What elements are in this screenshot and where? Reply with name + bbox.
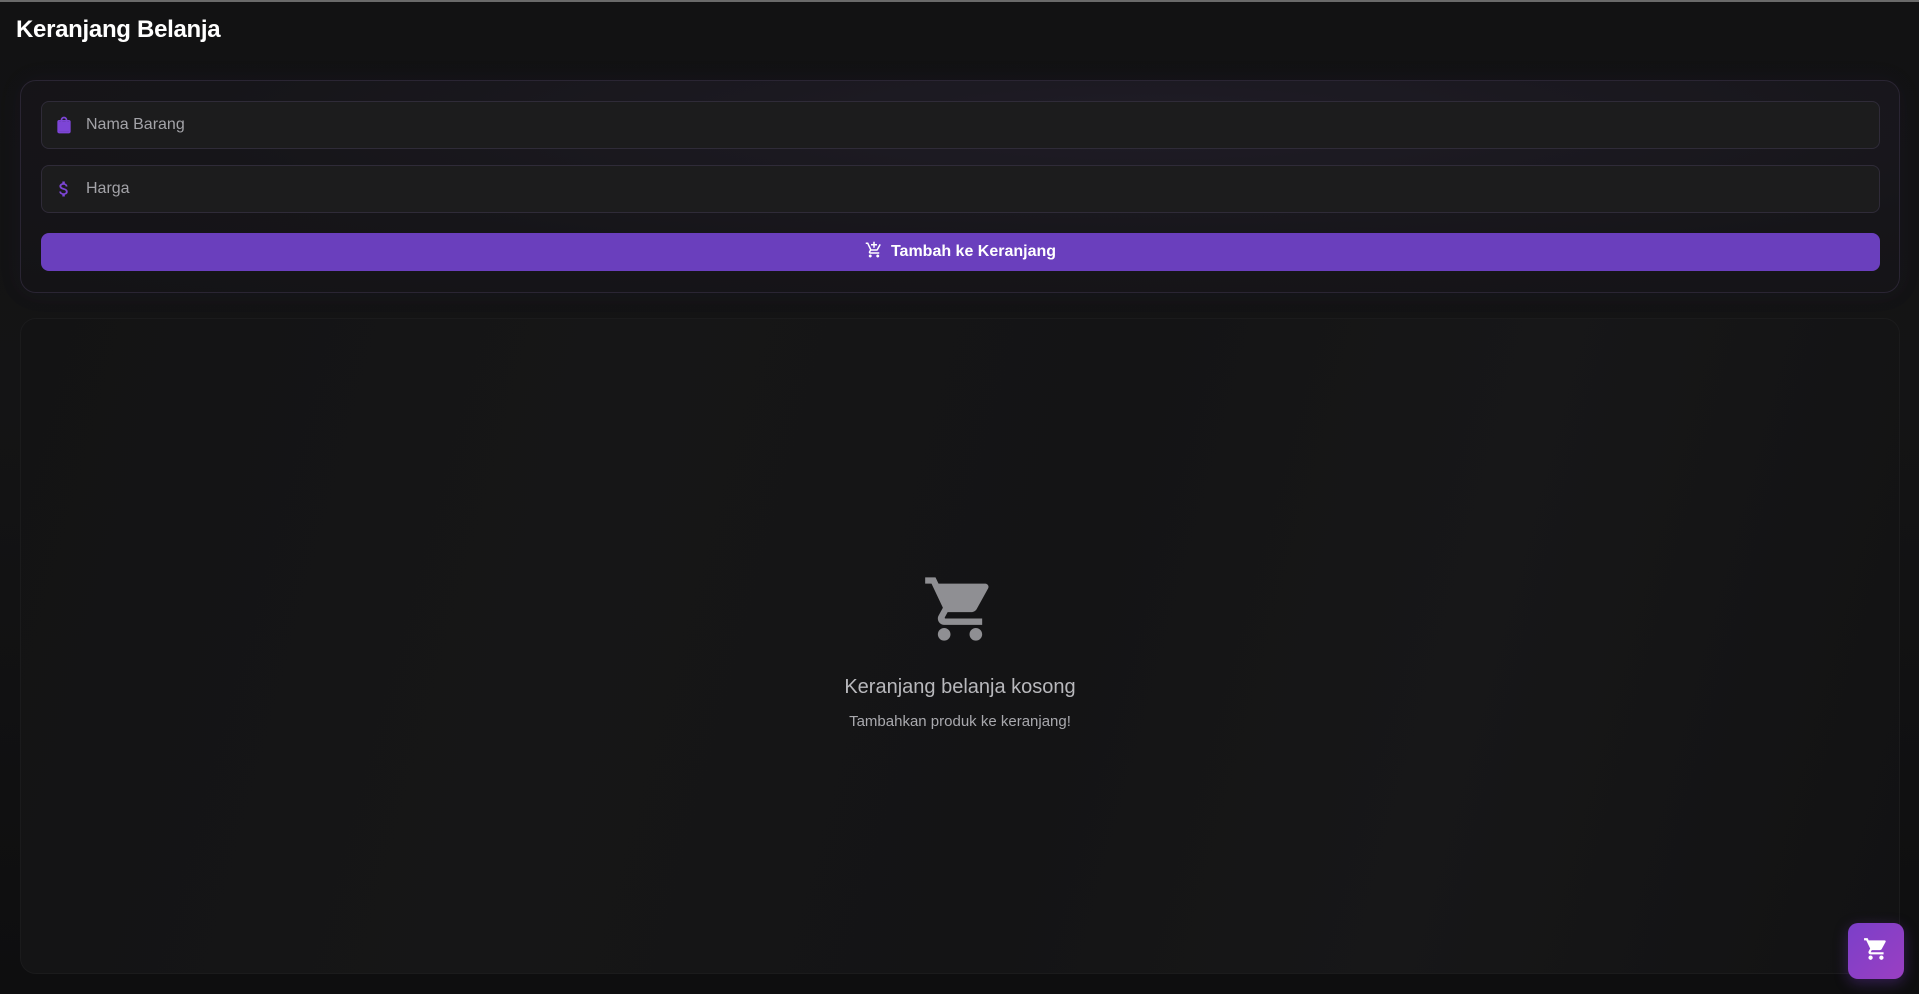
cart-fab-button[interactable]: [1848, 923, 1904, 979]
cart-list-panel: Keranjang belanja kosong Tambahkan produ…: [20, 318, 1900, 974]
shopping-cart-icon: [922, 571, 998, 652]
add-item-form: Tambah ke Keranjang: [20, 80, 1900, 293]
page-title: Keranjang Belanja: [16, 16, 221, 43]
dollar-icon: [42, 165, 82, 213]
shopping-cart-icon: [1863, 936, 1889, 967]
empty-cart-title: Keranjang belanja kosong: [844, 676, 1076, 698]
item-name-field[interactable]: [41, 101, 1880, 149]
item-name-input[interactable]: [82, 102, 1879, 148]
add-cart-icon: [865, 241, 883, 264]
item-price-field[interactable]: [41, 165, 1880, 213]
empty-cart-subtitle: Tambahkan produk ke keranjang!: [849, 713, 1071, 730]
empty-cart-state: Keranjang belanja kosong Tambahkan produ…: [21, 571, 1899, 730]
add-to-cart-label: Tambah ke Keranjang: [890, 243, 1057, 260]
shopping-bag-icon: [42, 101, 82, 149]
item-price-input[interactable]: [82, 166, 1879, 212]
add-to-cart-button[interactable]: Tambah ke Keranjang: [41, 233, 1880, 271]
